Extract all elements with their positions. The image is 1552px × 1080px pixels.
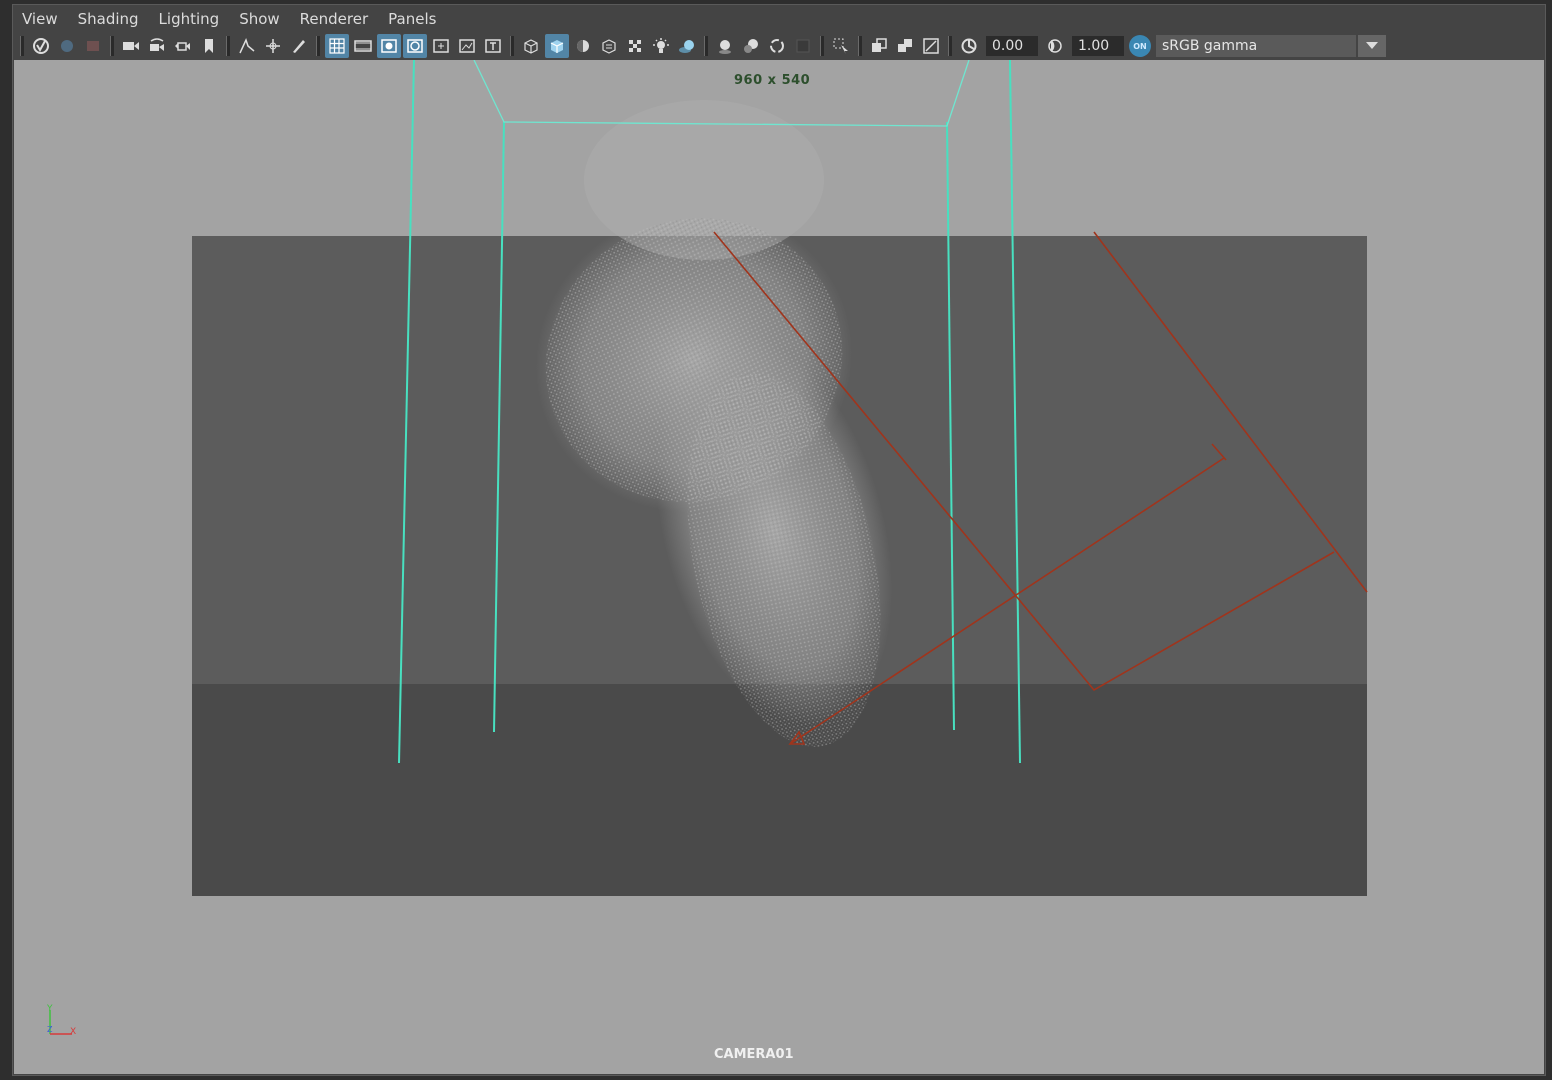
film-gate-icon[interactable] [351,34,375,58]
image-plane-icon[interactable] [235,34,259,58]
field-chart-icon[interactable] [429,34,453,58]
scene-geometry [398,60,1368,764]
container-edge-left-inner [493,121,505,733]
menu-renderer[interactable]: Renderer [290,7,378,31]
toolbar-separator [510,36,514,56]
toolbar-separator [20,36,24,56]
lights-icon[interactable] [649,34,673,58]
menu-shading[interactable]: Shading [68,7,149,31]
screen-space-ao-icon[interactable] [713,34,737,58]
exposure-icon[interactable] [957,34,981,58]
safe-title-icon[interactable] [481,34,505,58]
checker-icon[interactable] [623,34,647,58]
motion-blur-icon[interactable] [765,34,789,58]
camera-lock-icon[interactable] [55,34,79,58]
wireframe-icon[interactable] [519,34,543,58]
menu-show[interactable]: Show [229,7,289,31]
dropdown-arrow-icon[interactable] [1358,35,1386,57]
toolbar-separator [226,36,230,56]
toolbar-separator [110,36,114,56]
gamma-icon[interactable] [1043,34,1067,58]
ambient-occlusion-icon[interactable] [739,34,763,58]
axis-z-label: Z [47,1025,53,1034]
toolbar-separator [704,36,708,56]
menu-lighting[interactable]: Lighting [149,7,230,31]
anti-aliasing-icon[interactable] [791,34,815,58]
panel-toolbar: 0.00 1.00 ON sRGB gamma [16,32,1546,60]
container-edge-right-outer [1009,60,1021,764]
move-camera-icon[interactable] [261,34,285,58]
isolate-select-icon[interactable] [829,34,853,58]
default-material-icon[interactable] [571,34,595,58]
camera-name-label: CAMERA01 [714,1047,794,1062]
shadows-icon[interactable] [675,34,699,58]
camera-bookmark-icon[interactable] [81,34,105,58]
toolbar-separator [820,36,824,56]
camera-attributes-icon[interactable] [119,34,143,58]
toolbar-separator [948,36,952,56]
xray-joints-icon[interactable] [893,34,917,58]
menu-panels[interactable]: Panels [378,7,446,31]
smooth-shade-icon[interactable] [545,34,569,58]
grid-icon[interactable] [325,34,349,58]
toolbar-separator [316,36,320,56]
xray-active-components-icon[interactable] [919,34,943,58]
camera-tumble-icon[interactable] [145,34,169,58]
color-management-toggle-label: ON [1133,41,1147,51]
camera-track-icon[interactable] [171,34,195,58]
view-transform-select[interactable]: sRGB gamma [1156,35,1356,57]
menu-view[interactable]: View [12,7,68,31]
toolbar-separator [858,36,862,56]
gamma-field[interactable]: 1.00 [1072,36,1124,56]
particle-cloud [535,100,893,747]
paint-icon[interactable] [287,34,311,58]
locator-frame-b [1093,231,1368,593]
exposure-field[interactable]: 0.00 [986,36,1038,56]
locator-arrow-head [1211,443,1227,461]
select-camera-icon[interactable] [29,34,53,58]
xray-icon[interactable] [867,34,891,58]
axis-gizmo-icon: Y Z X [46,1004,76,1037]
resolution-gate-icon[interactable] [377,34,401,58]
textured-icon[interactable] [597,34,621,58]
container-edge-left-outer [398,60,415,764]
resolution-label: 960 x 540 [734,73,811,88]
color-management-icon[interactable]: ON [1129,35,1151,57]
gate-mask-icon[interactable] [403,34,427,58]
camera-viewport[interactable]: 960 x 540 CAMERA01 Y Z X [14,60,1544,1074]
axis-x-label: X [70,1027,76,1037]
bookmark-icon[interactable] [197,34,221,58]
axis-y-label: Y [46,1004,53,1014]
panel-menu-bar: View Shading Lighting Show Renderer Pane… [12,6,712,32]
safe-action-icon[interactable] [455,34,479,58]
